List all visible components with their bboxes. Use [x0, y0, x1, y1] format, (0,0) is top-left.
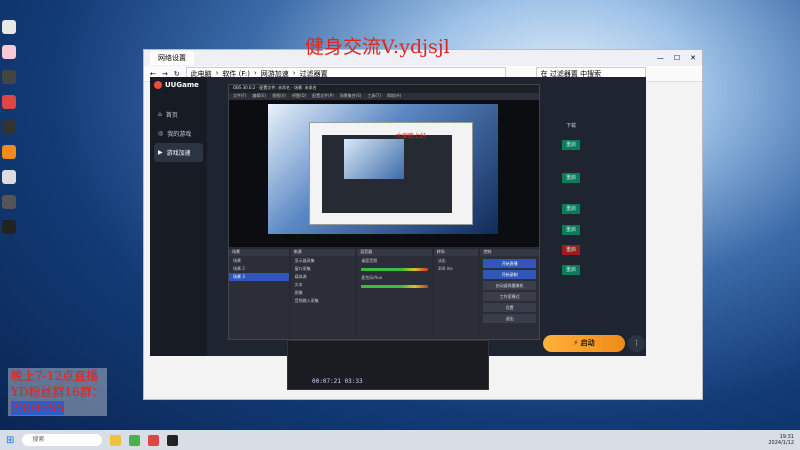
list-item[interactable]: 显示器采集 [291, 257, 356, 265]
menu-item[interactable]: 配置文件(P) [312, 93, 334, 100]
window-controls: — ☐ ✕ [657, 54, 696, 62]
notice-line: YD粉丝群16群： [11, 385, 104, 399]
audio-mixer-window: 00:07:21 03:33 [287, 340, 489, 390]
dock-header: 来源 [290, 249, 356, 256]
boost-button[interactable]: ⚡ 启动 [543, 335, 625, 352]
notice-line: 晚上7-12点直播 [11, 369, 98, 383]
list-item[interactable]: 场景 2 [229, 265, 289, 273]
preview-canvas: 大家晚上好 [268, 104, 498, 234]
audio-channel-label: 桌面音频 [361, 258, 378, 263]
taskbar-search[interactable]: 搜索 [22, 434, 103, 446]
menu-item[interactable]: 工具(T) [367, 93, 381, 100]
taskbar: ⊞ 搜索 19:31 2024/1/12 [0, 430, 800, 450]
desktop-icon[interactable] [2, 45, 16, 59]
sidebar-item-home[interactable]: ⌂ 首页 [154, 105, 203, 124]
overlay-caption: 健身交流V:ydjsjl [305, 36, 450, 58]
desktop-icon[interactable] [2, 220, 16, 234]
overlay-text: 大家晚上好 [396, 133, 427, 140]
desktop-icon[interactable] [2, 170, 16, 184]
status-badge[interactable]: 重启 [562, 140, 580, 150]
home-icon: ⌂ [158, 111, 162, 118]
date: 2024/1/12 [768, 440, 794, 446]
volume-meter[interactable] [361, 285, 428, 288]
desktop-icon[interactable] [2, 70, 16, 84]
volume-meter[interactable] [361, 268, 428, 271]
taskbar-app-icon[interactable] [167, 434, 179, 446]
menu-item[interactable]: 停靠(D) [292, 93, 306, 100]
app-logo: UUGame [154, 81, 203, 89]
obs-menubar: 文件(F) 编辑(E) 视图(V) 停靠(D) 配置文件(P) 场景集合(S) … [229, 93, 539, 100]
more-icon[interactable]: ⋮ [628, 335, 645, 352]
start-stream-button[interactable]: 开始直播 [483, 259, 536, 268]
sidebar-item-boost[interactable]: ▶ 游戏加速 [154, 143, 203, 162]
menu-item[interactable]: 编辑(E) [252, 93, 266, 100]
list-item[interactable]: 媒体源 [291, 273, 356, 281]
menu-item[interactable]: 文件(F) [233, 93, 246, 100]
status-badge[interactable]: 重启 [562, 225, 580, 235]
start-icon[interactable]: ⊞ [6, 435, 14, 446]
mixer-dock: 混音器 桌面音频 麦克风/Aux [357, 249, 432, 339]
dock-header: 混音器 [357, 249, 432, 256]
maximize-icon[interactable]: ☐ [674, 54, 680, 62]
controls-dock: 控制 开始直播 开始录制 启动虚拟摄像机 工作室模式 设置 退出 [480, 249, 539, 339]
audio-channel-label: 麦克风/Aux [361, 275, 383, 280]
transitions-dock: 转场 淡出 300 ms [433, 249, 479, 339]
column-header: 下载 [566, 123, 577, 129]
status-badge[interactable]: 重启 [562, 245, 580, 255]
list-item[interactable]: 音频输入采集 [291, 297, 356, 305]
obs-window: OBS 30.0.2 - 配置文件: 未命名 - 场景: 未命名 文件(F) 编… [228, 84, 540, 340]
system-tray[interactable]: 19:31 2024/1/12 [768, 434, 794, 446]
desktop-icons [2, 20, 22, 234]
desktop-icon[interactable] [2, 20, 16, 34]
dock-header: 场景 [229, 249, 289, 256]
obs-titlebar: OBS 30.0.2 - 配置文件: 未命名 - 场景: 未命名 [229, 85, 539, 93]
desktop-icon[interactable] [2, 95, 16, 109]
menu-item[interactable]: 场景集合(S) [340, 93, 362, 100]
obs-preview[interactable]: 大家晚上好 [229, 100, 539, 247]
list-item[interactable]: 图像 [291, 289, 356, 297]
virtual-camera-button[interactable]: 启动虚拟摄像机 [483, 281, 536, 290]
menu-item[interactable]: 视图(V) [272, 93, 286, 100]
nested-preview [344, 139, 404, 179]
accelerator-sidebar: UUGame ⌂ 首页 ◎ 我的游戏 ▶ 游戏加速 [150, 77, 207, 356]
status-badge[interactable]: 重启 [562, 204, 580, 214]
duration-field[interactable]: 300 ms [434, 265, 479, 273]
settings-button[interactable]: 设置 [483, 303, 536, 312]
list-item[interactable]: 场景 3 [229, 273, 289, 281]
rocket-icon: ▶ [158, 149, 163, 156]
start-recording-button[interactable]: 开始录制 [483, 270, 536, 279]
gamepad-icon: ◎ [158, 130, 164, 137]
explorer-tab[interactable]: 网络设置 [150, 51, 194, 65]
exit-button[interactable]: 退出 [483, 314, 536, 323]
taskbar-app-icon[interactable] [129, 434, 141, 446]
overlay-notice: 晚上7-12点直播 YD粉丝群16群： 2304595 [8, 368, 107, 416]
scenes-dock: 场景 场景 场景 2 场景 3 [229, 249, 289, 339]
menu-item[interactable]: 帮助(H) [387, 93, 401, 100]
status-badge[interactable]: 重启 [562, 265, 580, 275]
transition-select[interactable]: 淡出 [434, 257, 479, 265]
desktop-icon[interactable] [2, 145, 16, 159]
time-readout: 00:07:21 03:33 [312, 378, 363, 385]
sidebar-item-games[interactable]: ◎ 我的游戏 [154, 124, 203, 143]
game-list: 下载 重启 重启 重启 重启 重启 重启 [536, 77, 646, 356]
notice-line: 2304595 [11, 401, 65, 415]
dock-header: 控制 [480, 249, 539, 256]
status-badge[interactable]: 重启 [562, 173, 580, 183]
list-item[interactable]: 窗口采集 [291, 265, 356, 273]
minimize-icon[interactable]: — [657, 54, 664, 62]
list-item[interactable]: 文本 [291, 281, 356, 289]
studio-mode-button[interactable]: 工作室模式 [483, 292, 536, 301]
logo-icon [154, 81, 162, 89]
taskbar-app-icon[interactable] [148, 434, 160, 446]
taskbar-app-icon[interactable] [110, 434, 122, 446]
obs-docks: 场景 场景 场景 2 场景 3 来源 显示器采集 窗口采集 媒体源 文本 图像 … [229, 249, 539, 339]
close-icon[interactable]: ✕ [690, 54, 696, 62]
desktop-icon[interactable] [2, 195, 16, 209]
nested-capture [309, 122, 473, 225]
nested-obs [322, 135, 452, 213]
list-item[interactable]: 场景 [229, 257, 289, 265]
dock-header: 转场 [433, 249, 479, 256]
sources-dock: 来源 显示器采集 窗口采集 媒体源 文本 图像 音频输入采集 [290, 249, 356, 339]
desktop-icon[interactable] [2, 120, 16, 134]
